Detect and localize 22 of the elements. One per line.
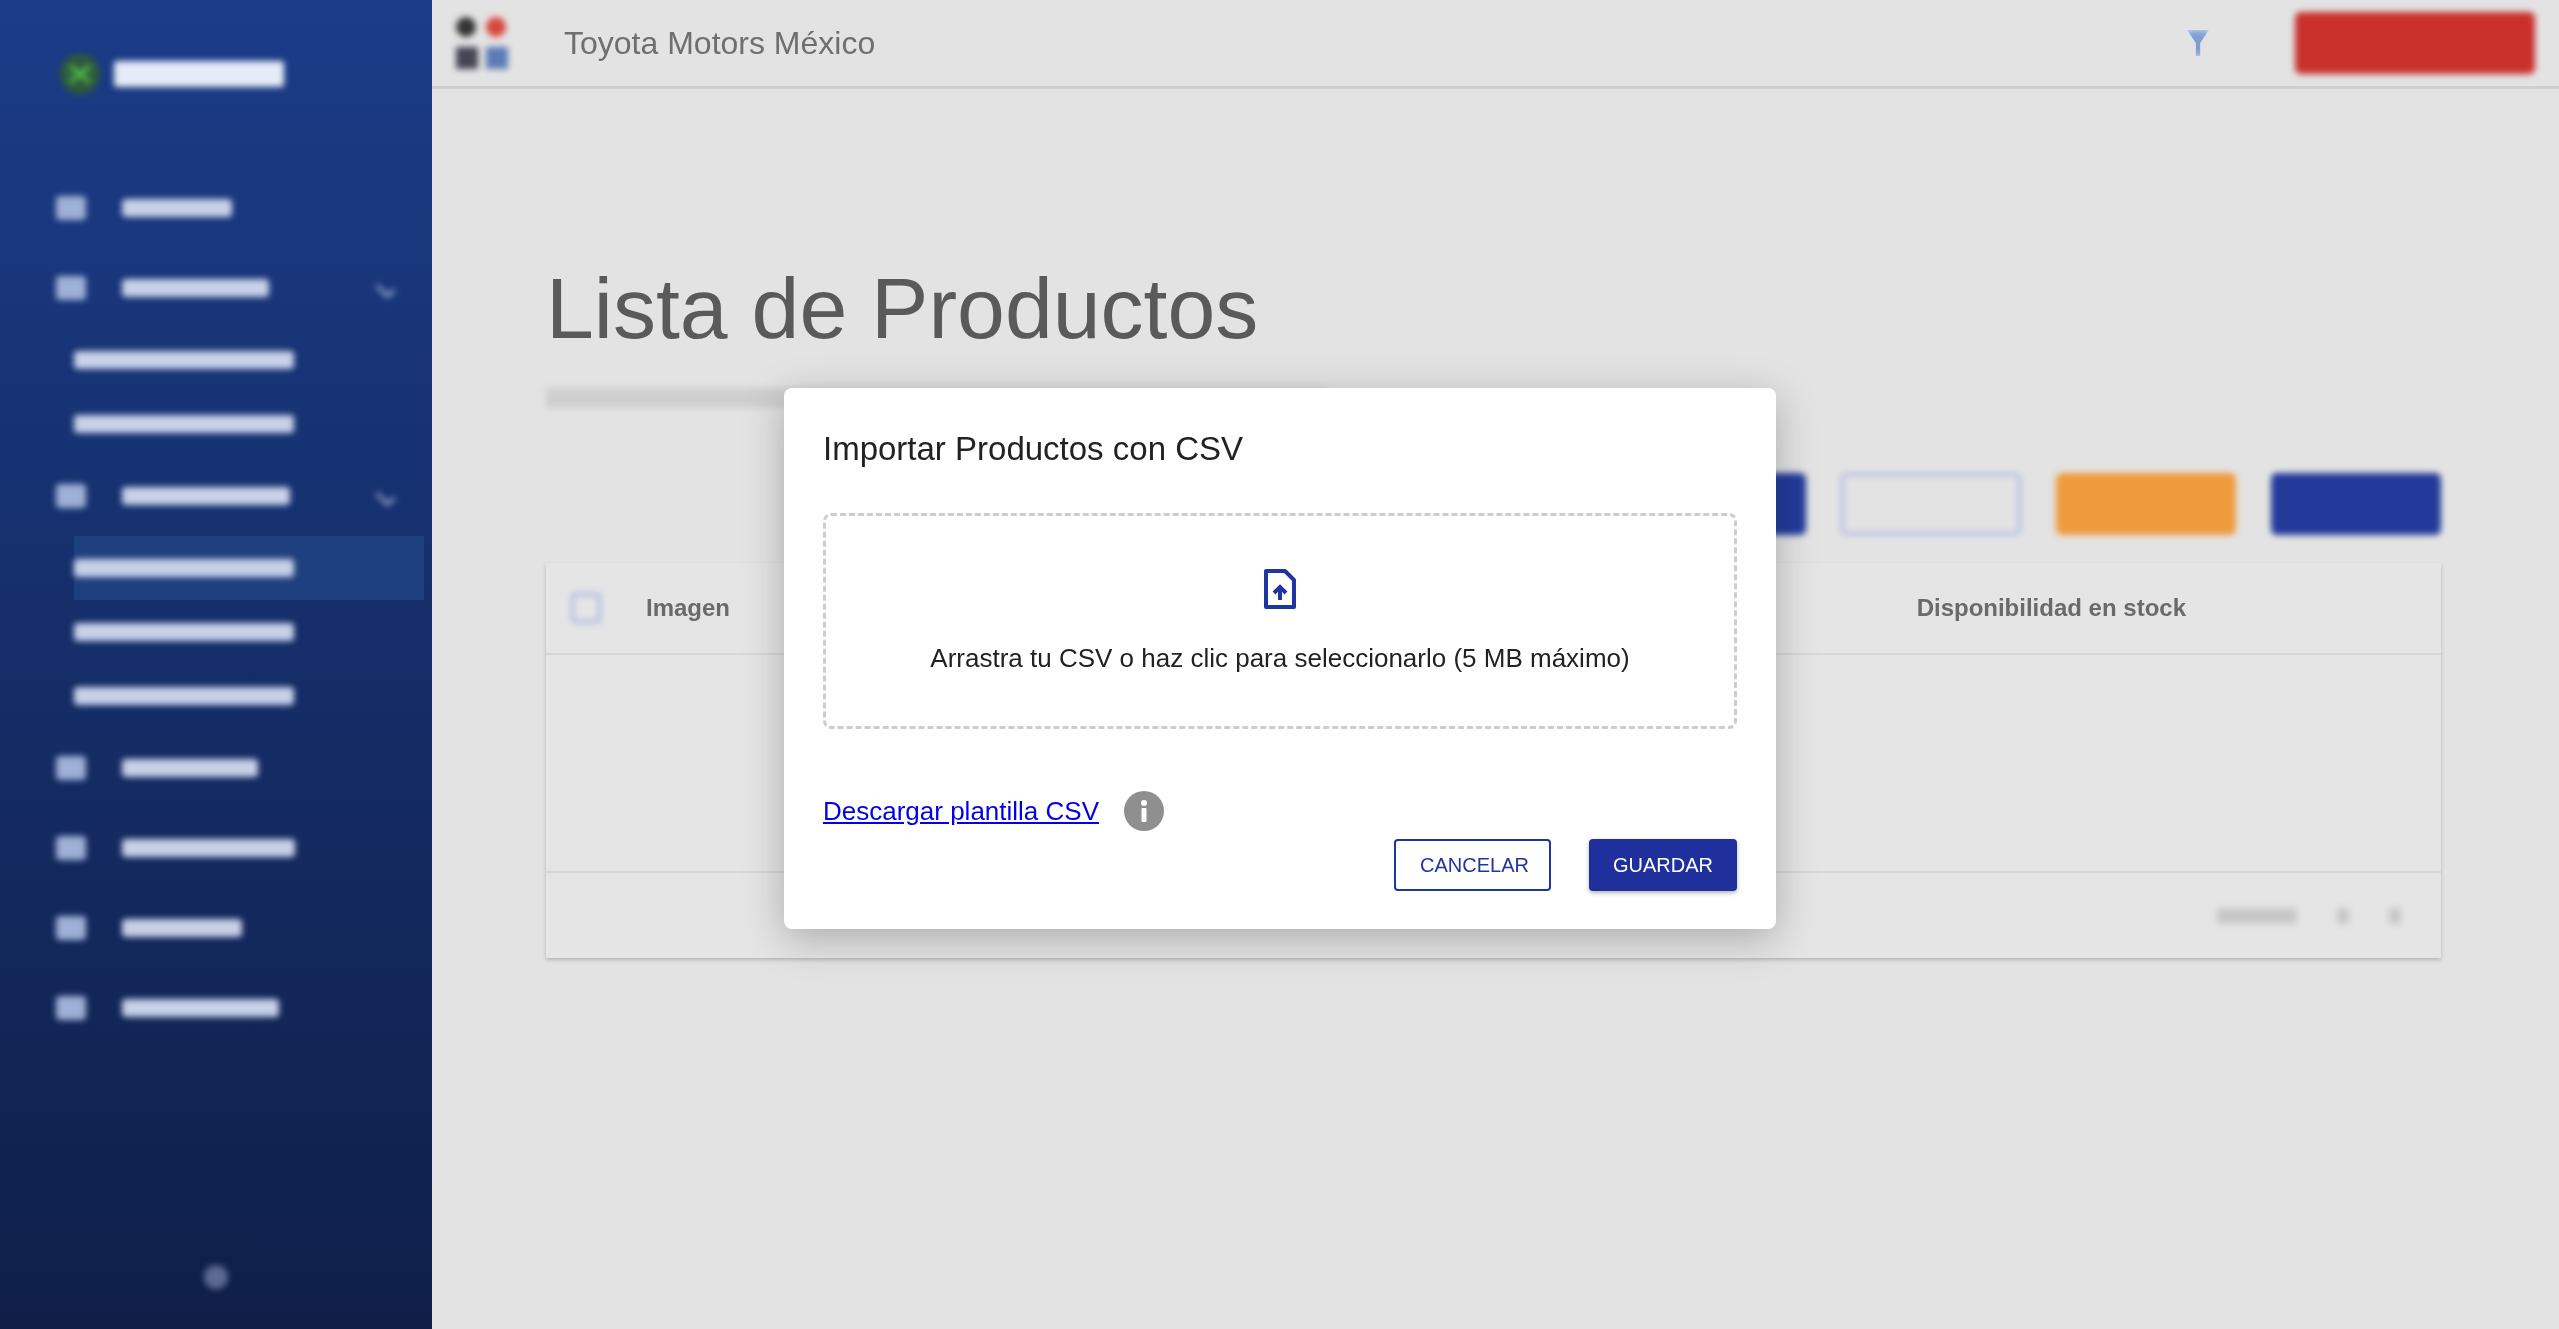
dropzone-text: Arrastra tu CSV o haz clic para seleccionarlo (5 MB máximo) [930, 642, 1630, 674]
column-header: Imagen [646, 594, 731, 622]
dialog-title: Importar Productos con CSV [823, 430, 1244, 468]
delete-button[interactable] [2271, 473, 2441, 535]
menu-icon [56, 276, 86, 300]
download-template-link[interactable]: Descargar plantilla CSV [823, 795, 1099, 827]
menu-icon [56, 484, 86, 508]
cancel-button[interactable]: CANCELAR [1394, 839, 1551, 891]
column-header: Disponibilidad en stock [1916, 594, 2186, 622]
menu-icon [56, 836, 86, 860]
menu-icon [56, 996, 86, 1020]
menu-icon [56, 196, 86, 220]
file-upload-icon [1263, 568, 1297, 609]
info-icon[interactable] [1124, 791, 1164, 831]
menu-icon [56, 756, 86, 780]
checkbox[interactable] [571, 593, 601, 623]
file-dropzone[interactable]: Arrastra tu CSV o haz clic para seleccionarlo (5 MB máximo) [823, 513, 1737, 729]
menu-icon [56, 916, 86, 940]
company-name: Toyota Motors México [564, 24, 876, 62]
save-button[interactable]: GUARDAR [1589, 839, 1737, 891]
sidebar-item[interactable] [74, 536, 424, 600]
page-title: Lista de Productos [546, 259, 1260, 358]
